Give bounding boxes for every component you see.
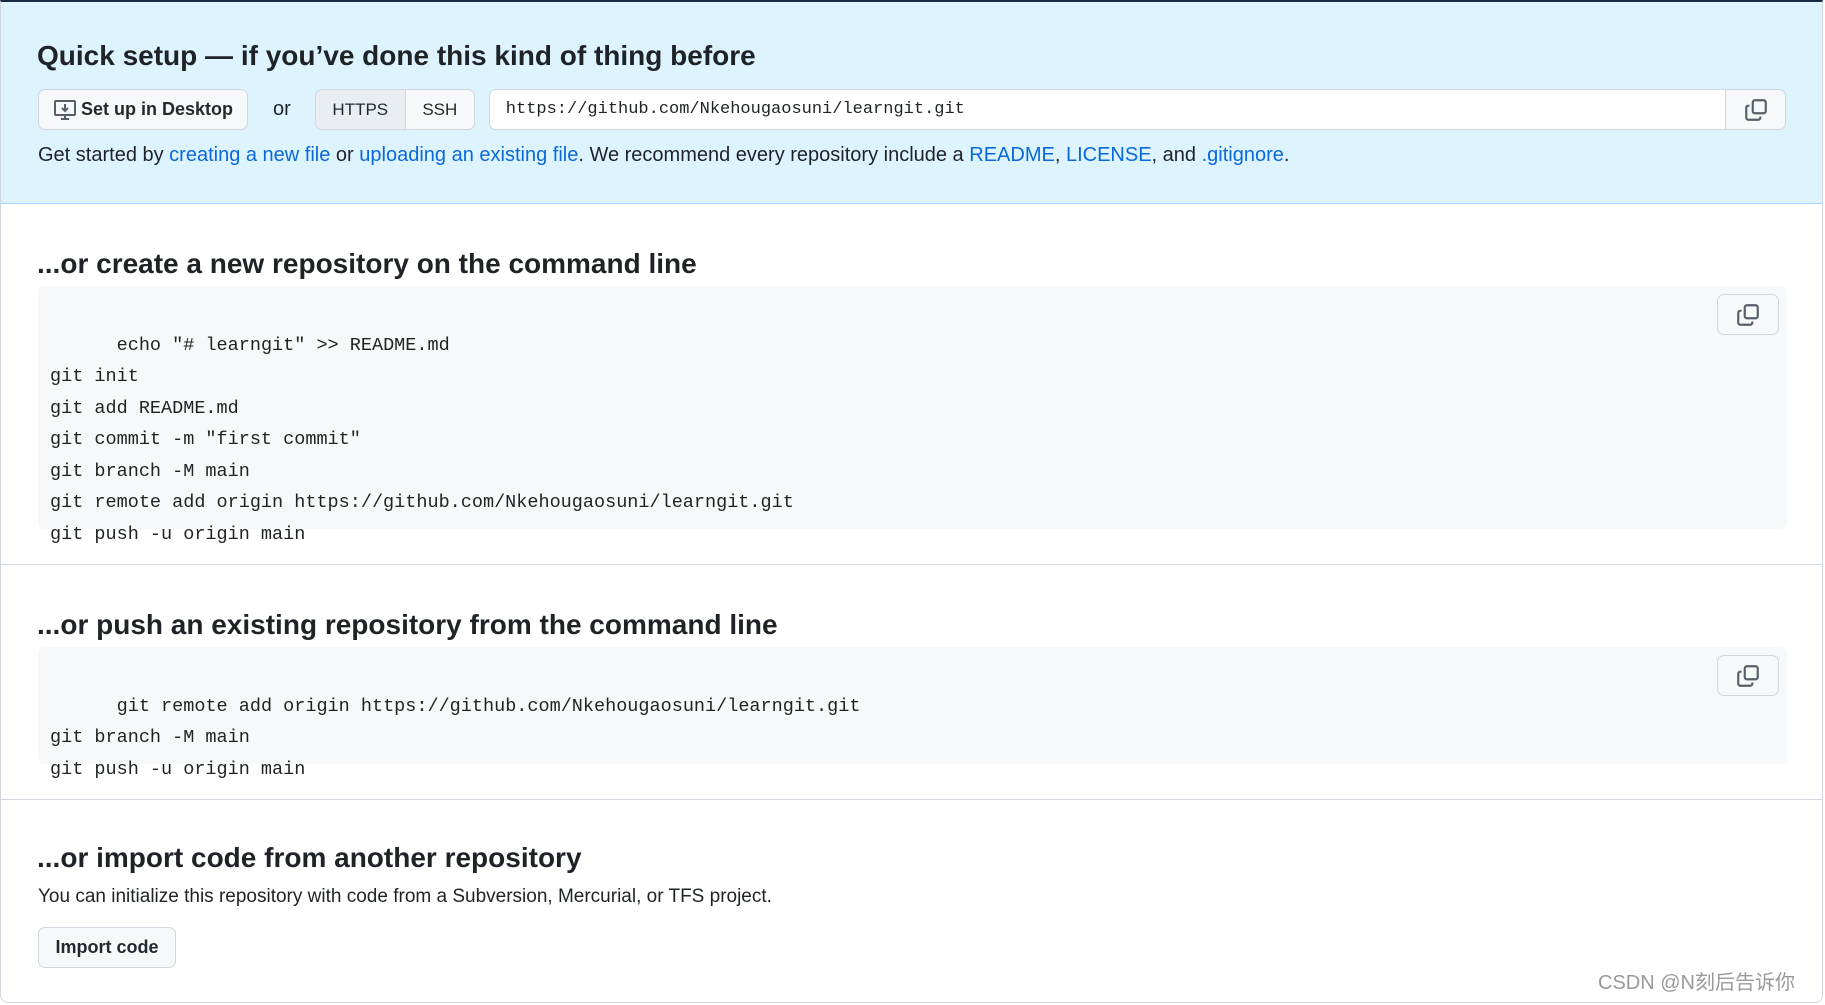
ssh-tab[interactable]: SSH (405, 90, 474, 129)
or-label: or (273, 98, 291, 120)
readme-link[interactable]: README (969, 144, 1055, 166)
create-repo-code: echo "# learngit" >> README.md git init … (38, 286, 1787, 545)
repo-quick-setup: Quick setup — if you’ve done this kind o… (0, 0, 1823, 1003)
copy-code-button[interactable] (1717, 655, 1779, 696)
code-text: git remote add origin https://github.com… (50, 695, 861, 780)
copy-icon (1737, 303, 1759, 326)
setup-desktop-label: Set up in Desktop (80, 99, 233, 119)
license-link[interactable]: LICENSE (1066, 144, 1152, 166)
push-repo-code: git remote add origin https://github.com… (38, 647, 1787, 780)
help-text: Get started by (38, 144, 170, 166)
create-repo-section: ...or create a new repository on the com… (1, 204, 1822, 565)
help-text: , (1054, 144, 1066, 166)
gitignore-link[interactable]: .gitignore (1202, 144, 1284, 166)
setup-desktop-button[interactable]: Set up in Desktop (38, 89, 248, 130)
upload-file-link[interactable]: uploading an existing file (359, 144, 578, 166)
create-file-link[interactable]: creating a new file (169, 144, 330, 166)
code-text: echo "# learngit" >> README.md git init … (50, 334, 794, 545)
copy-code-button[interactable] (1717, 294, 1779, 335)
help-text: . We recommend every repository include … (578, 144, 970, 166)
quick-setup-section: Quick setup — if you’ve done this kind o… (1, 2, 1822, 204)
import-description: You can initialize this repository with … (38, 886, 772, 907)
help-text: or (330, 144, 360, 166)
help-text: , and (1151, 144, 1202, 166)
copy-icon (1737, 664, 1759, 687)
push-repo-section: ...or push an existing repository from t… (1, 565, 1822, 800)
help-text: . (1283, 144, 1290, 166)
copy-url-button[interactable] (1726, 89, 1786, 130)
https-tab[interactable]: HTTPS (315, 90, 406, 129)
import-title: ...or import code from another repositor… (37, 842, 582, 873)
import-code-button[interactable]: Import code (38, 927, 176, 968)
copy-icon (1744, 98, 1767, 121)
quick-setup-title: Quick setup — if you’ve done this kind o… (37, 40, 756, 71)
create-repo-title: ...or create a new repository on the com… (37, 248, 697, 279)
watermark: CSDN @N刻后告诉你 (1598, 972, 1795, 994)
desktop-download-icon (53, 99, 76, 120)
clone-url-input[interactable]: https://github.com/Nkehougaosuni/learngi… (488, 89, 1726, 130)
push-repo-title: ...or push an existing repository from t… (37, 609, 778, 640)
getting-started-text: Get started by creating a new file or up… (38, 144, 1289, 167)
protocol-toggle: HTTPS SSH (314, 89, 475, 130)
